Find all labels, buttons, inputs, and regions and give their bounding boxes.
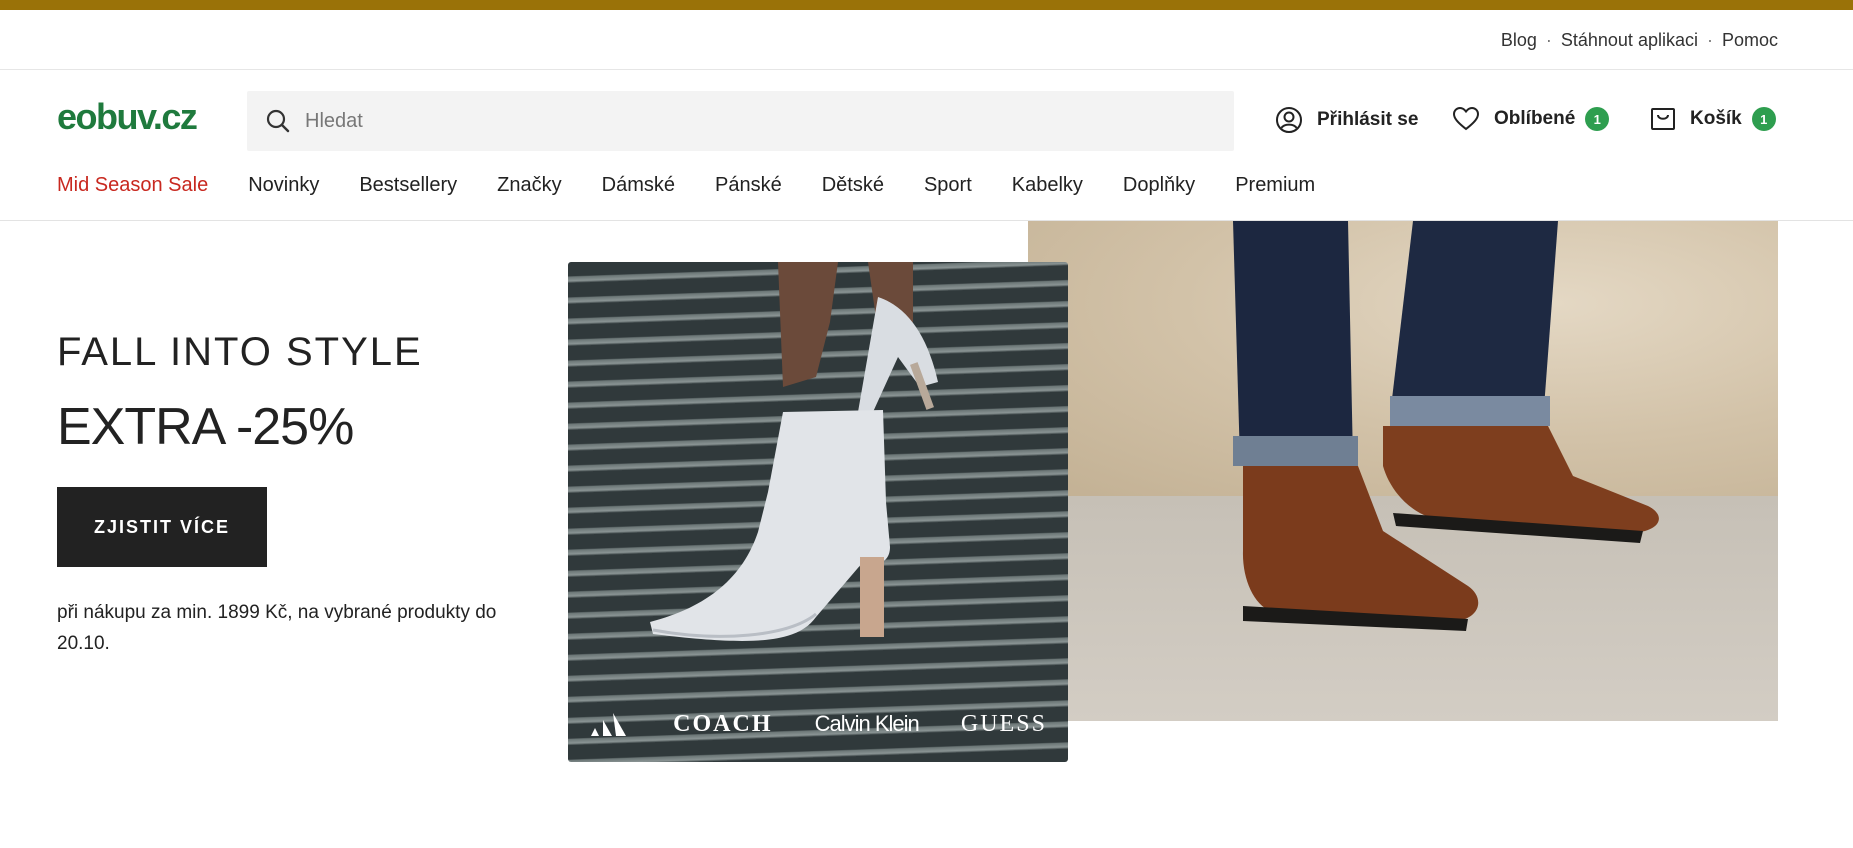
logo-main: eobuv: [57, 96, 154, 137]
user-icon: [1276, 107, 1302, 133]
help-link[interactable]: Pomoc: [1722, 30, 1778, 51]
hero-text: FALL INTO STYLE EXTRA -25%: [57, 330, 527, 457]
nav-item-bestsellery[interactable]: Bestsellery: [359, 174, 457, 197]
search-input[interactable]: [303, 108, 1207, 134]
blog-link[interactable]: Blog: [1501, 30, 1537, 51]
cart-icon: [1651, 108, 1675, 130]
search-icon: [266, 109, 290, 133]
logo-suffix: .cz: [152, 96, 198, 137]
login-button[interactable]: Přihlásit se: [1275, 106, 1418, 134]
cart-button[interactable]: Košík 1: [1650, 106, 1776, 132]
nav-item-znacky[interactable]: Značky: [497, 174, 561, 197]
learn-more-button[interactable]: ZJISTIT VÍCE: [57, 487, 267, 567]
brand-coach-logo: COACH: [673, 710, 773, 737]
utility-separator: ·: [1545, 30, 1552, 50]
login-label: Přihlásit se: [1317, 109, 1419, 130]
brand-guess-logo: GUESS: [960, 710, 1047, 737]
adidas-logo: [591, 713, 627, 736]
hero-fine-print: při nákupu za min. 1899 Kč, na vybrané p…: [57, 602, 497, 654]
cart-count-badge: 1: [1751, 107, 1776, 131]
brand-logos-row: COACH Calvin Klein GUESS: [568, 704, 1068, 744]
top-accent-bar: [0, 0, 1853, 10]
brand-calvin-klein-logo: Calvin Klein: [814, 711, 920, 736]
heart-icon: [1452, 106, 1480, 131]
nav-item-panske[interactable]: Pánské: [715, 174, 782, 197]
download-app-link[interactable]: Stáhnout aplikaci: [1561, 30, 1698, 51]
favorites-count-badge: 1: [1585, 107, 1610, 131]
men-boots-illustration: [1233, 221, 1659, 631]
cart-label: Košík: [1690, 108, 1742, 129]
nav-item-detske[interactable]: Dětské: [822, 174, 884, 197]
utility-bar: Blog · Stáhnout aplikaci · Pomoc: [0, 10, 1853, 70]
nav-item-sport[interactable]: Sport: [924, 174, 972, 197]
site-header: eobuv.cz Přihlásit se Oblíbené 1 Košík 1…: [0, 70, 1853, 221]
hero-image-men-boots[interactable]: [1028, 221, 1778, 721]
site-logo[interactable]: eobuv.cz: [57, 96, 198, 138]
utility-separator: ·: [1706, 30, 1713, 50]
nav-item-kabelky[interactable]: Kabelky: [1012, 174, 1083, 197]
nav-item-damske[interactable]: Dámské: [602, 174, 675, 197]
hero-image-white-boot[interactable]: COACH Calvin Klein GUESS: [568, 262, 1068, 762]
main-nav: Mid Season Sale Novinky Bestsellery Znač…: [57, 174, 1355, 197]
white-boot-illustration: [650, 262, 938, 641]
nav-item-novinky[interactable]: Novinky: [248, 174, 319, 197]
favorites-button[interactable]: Oblíbené 1: [1452, 106, 1610, 132]
search-bar[interactable]: [247, 91, 1234, 151]
favorites-label: Oblíbené: [1494, 108, 1576, 129]
hero-kicker: FALL INTO STYLE: [57, 330, 423, 374]
nav-item-premium[interactable]: Premium: [1235, 174, 1315, 197]
nav-item-mid-season-sale[interactable]: Mid Season Sale: [57, 174, 208, 197]
hero-headline: EXTRA -25%: [57, 398, 354, 456]
utility-links: Blog · Stáhnout aplikaci · Pomoc: [1501, 30, 1778, 51]
nav-item-doplnky[interactable]: Doplňky: [1123, 174, 1195, 197]
